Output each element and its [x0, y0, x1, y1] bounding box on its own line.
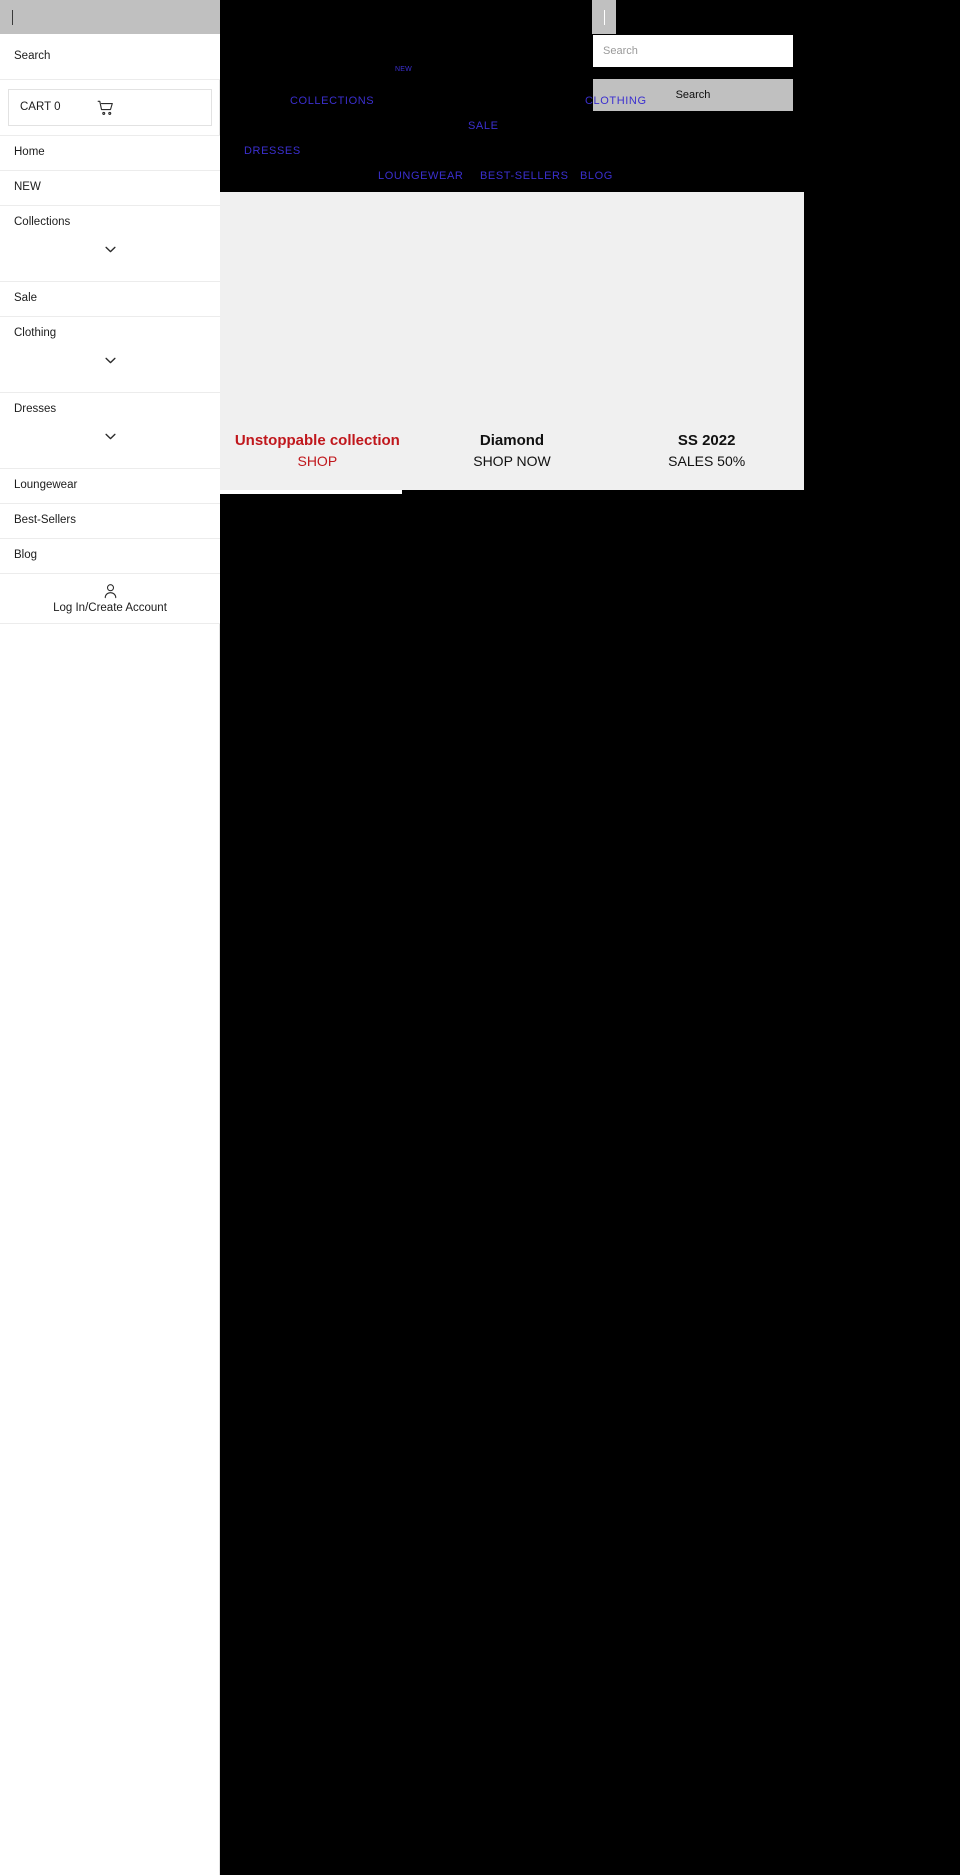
promo-card-ss2022[interactable]: SS 2022 SALES 50% — [609, 430, 804, 490]
sidebar-item-label: Dresses — [14, 403, 57, 415]
promo-cta[interactable]: SALES 50% — [609, 451, 804, 472]
sidebar-item-label: Collections — [14, 216, 71, 228]
shopping-cart-icon — [97, 99, 115, 117]
promo-title: Unstoppable collection — [234, 431, 400, 449]
page-root: Search NEW COLLECTIONS SALE CLOTHING DRE… — [0, 0, 960, 1875]
expand-collections-button[interactable] — [0, 237, 220, 261]
sidebar-item-best-sellers[interactable]: Best-Sellers — [0, 504, 220, 539]
expand-clothing-button[interactable] — [0, 348, 220, 372]
drawer-search-label: Search — [14, 49, 51, 62]
promo-cta[interactable]: SHOP — [220, 451, 415, 472]
mobile-menu-drawer: Search CART 0 Home NEW Collections Sale … — [0, 0, 220, 1875]
sidebar-item-sale[interactable]: Sale — [0, 282, 220, 317]
text-caret-icon — [12, 9, 13, 25]
nav-link-best-sellers[interactable]: BEST-SELLERS — [480, 170, 569, 182]
site-content: Search NEW COLLECTIONS SALE CLOTHING DRE… — [220, 0, 804, 1875]
nav-link-sale[interactable]: SALE — [468, 120, 499, 132]
promo-cta[interactable]: SHOP NOW — [415, 451, 610, 472]
sidebar-item-account[interactable]: Log In/Create Account — [0, 574, 220, 624]
site-body — [220, 490, 804, 1875]
nav-link-new[interactable]: NEW — [395, 66, 412, 73]
header-search-input[interactable] — [593, 35, 793, 67]
nav-link-collections[interactable]: COLLECTIONS — [290, 95, 374, 107]
sidebar-item-clothing[interactable]: Clothing — [0, 317, 220, 393]
promo-card-unstoppable[interactable]: Unstoppable collection SHOP — [220, 430, 415, 490]
chevron-down-icon — [104, 246, 116, 252]
promo-title: SS 2022 — [677, 431, 736, 449]
sidebar-item-loungewear[interactable]: Loungewear — [0, 469, 220, 504]
drawer-cart-label: CART 0 — [20, 100, 61, 113]
drawer-search-item[interactable]: Search — [0, 34, 220, 80]
sidebar-item-label: Home — [14, 146, 45, 159]
nav-link-blog[interactable]: BLOG — [580, 170, 613, 182]
expand-dresses-button[interactable] — [0, 424, 220, 448]
promo-active-indicator — [220, 490, 402, 494]
account-label: Log In/Create Account — [53, 602, 167, 614]
nav-link-dresses[interactable]: DRESSES — [244, 145, 301, 157]
chevron-down-icon — [104, 433, 116, 439]
sidebar-item-label: NEW — [14, 181, 41, 194]
drawer-menu: Search CART 0 Home NEW Collections Sale … — [0, 34, 220, 624]
chevron-down-icon — [104, 357, 116, 363]
site-header: Search NEW COLLECTIONS SALE CLOTHING DRE… — [220, 0, 804, 192]
sidebar-item-label: Sale — [14, 292, 38, 305]
sidebar-item-blog[interactable]: Blog — [0, 539, 220, 574]
sidebar-item-home[interactable]: Home — [0, 136, 220, 171]
sidebar-item-new[interactable]: NEW — [0, 171, 220, 206]
promo-strip: Unstoppable collection SHOP Diamond SHOP… — [220, 192, 804, 494]
sidebar-item-label: Blog — [14, 549, 38, 562]
promo-title: Diamond — [479, 431, 545, 449]
sidebar-item-label: Loungewear — [14, 479, 78, 492]
sidebar-item-label: Clothing — [14, 327, 57, 339]
sidebar-item-label: Best-Sellers — [14, 514, 76, 527]
text-caret-icon — [603, 9, 605, 25]
promo-card-diamond[interactable]: Diamond SHOP NOW — [415, 430, 610, 490]
sidebar-item-dresses[interactable]: Dresses — [0, 393, 220, 469]
drawer-header — [0, 0, 220, 34]
sidebar-item-collections[interactable]: Collections — [0, 206, 220, 282]
drawer-cart-item[interactable]: CART 0 — [8, 89, 212, 126]
nav-link-loungewear[interactable]: LOUNGEWEAR — [378, 170, 463, 182]
person-icon — [103, 583, 118, 599]
header-logo-box — [592, 0, 616, 34]
nav-link-clothing[interactable]: CLOTHING — [585, 95, 647, 107]
